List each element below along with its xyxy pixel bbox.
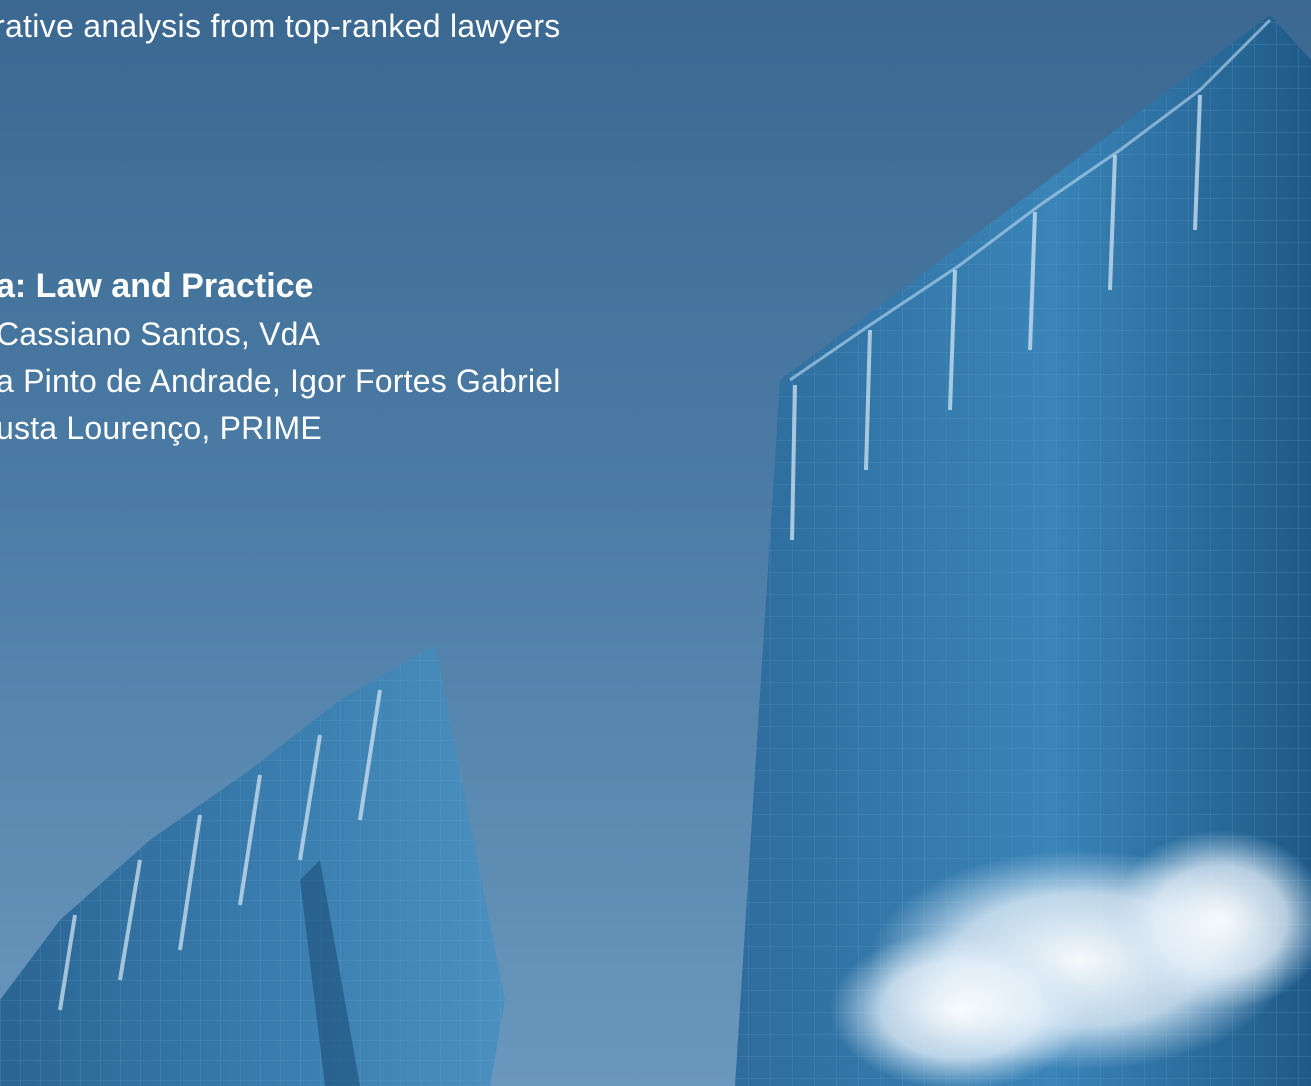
cover-text: rative analysis from top-ranked lawyers … [0, 0, 1311, 1086]
author-line-3: usta Lourenço, PRIME [0, 410, 322, 446]
author-line-1: Cassiano Santos, VdA [0, 316, 321, 352]
chapter-block: a: Law and Practice Cassiano Santos, VdA… [0, 263, 561, 452]
author-line-2: a Pinto de Andrade, Igor Fortes Gabriel [0, 363, 561, 399]
guide-subtitle: rative analysis from top-ranked lawyers [0, 8, 561, 44]
chapter-title: a: Law and Practice [0, 267, 314, 305]
